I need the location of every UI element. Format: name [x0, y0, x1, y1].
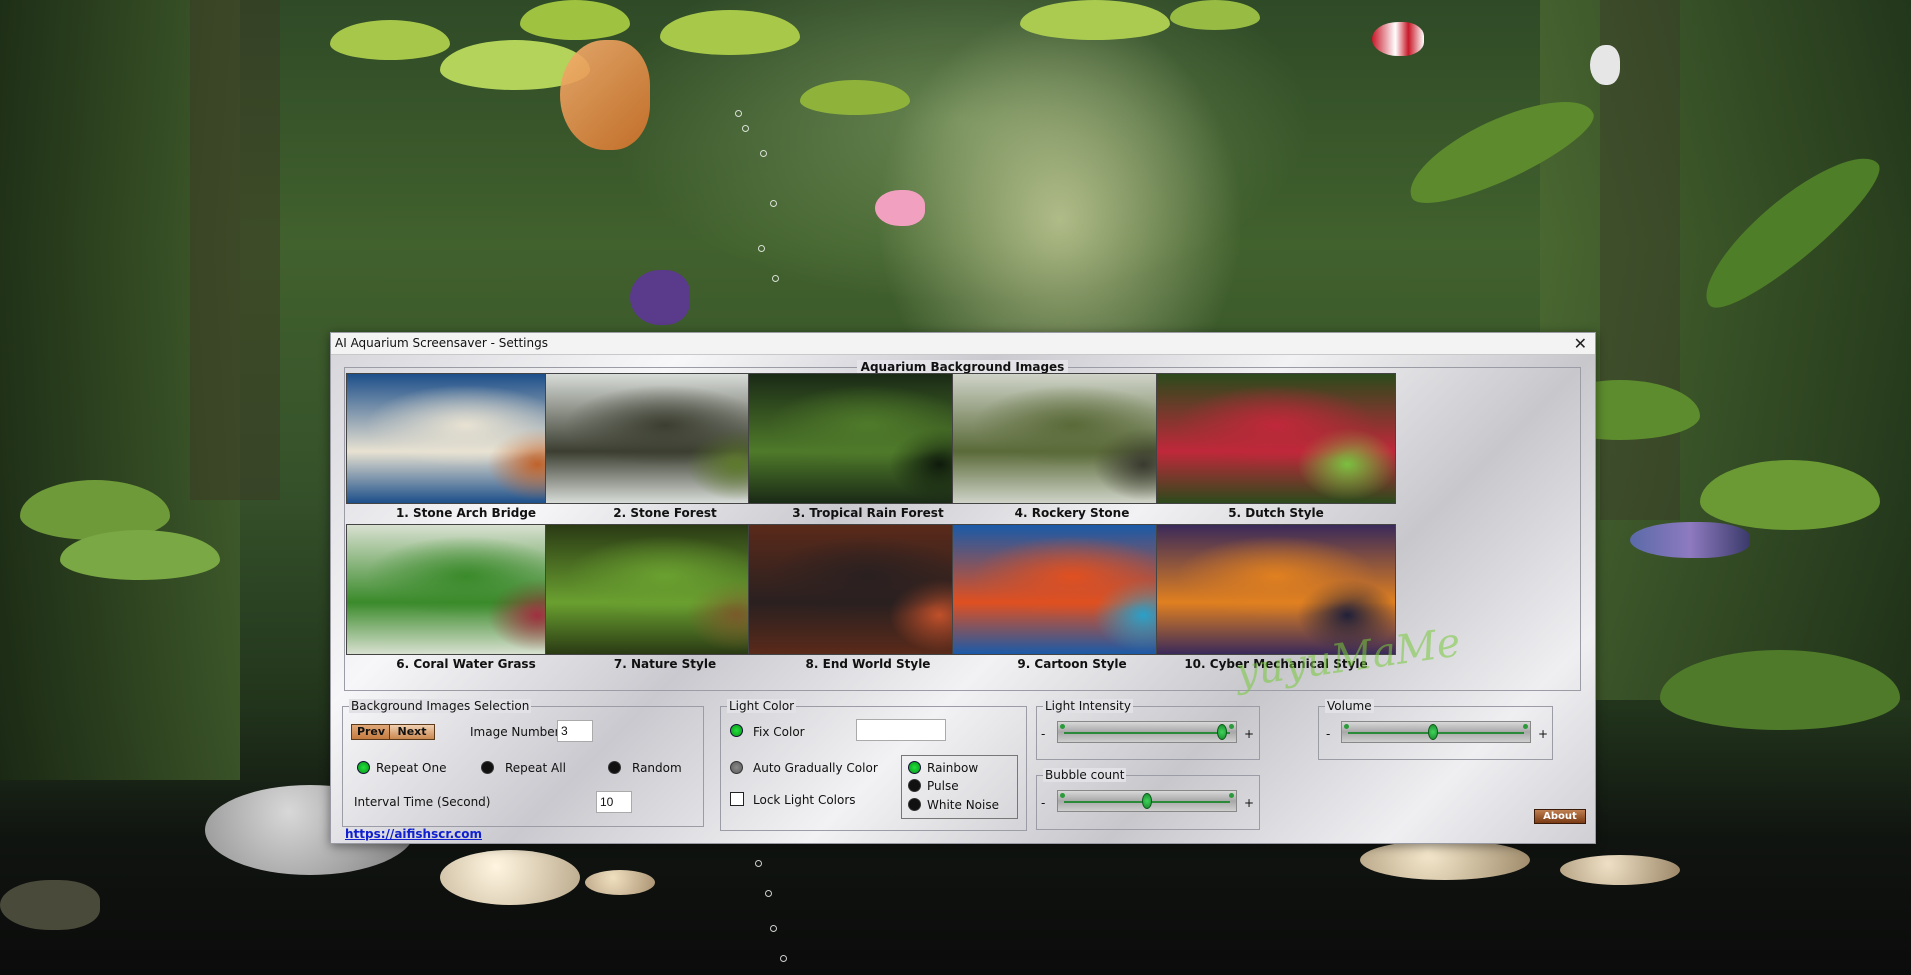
background-thumbnail-label: 5. Dutch Style: [1228, 506, 1324, 520]
repeat-one-radio[interactable]: [357, 761, 370, 774]
prev-button[interactable]: Prev: [351, 724, 391, 740]
volume-group: Volume - +: [1318, 699, 1553, 760]
rainbow-label: Rainbow: [927, 761, 979, 775]
bubble-count-plus[interactable]: +: [1244, 796, 1254, 810]
settings-body: Aquarium Background Images 1. Stone Arch…: [331, 355, 1595, 843]
image-number-input[interactable]: [557, 720, 593, 742]
volume-minus[interactable]: -: [1326, 727, 1330, 741]
about-button[interactable]: About: [1534, 809, 1586, 824]
volume-knob[interactable]: [1427, 724, 1438, 740]
repeat-all-label: Repeat All: [505, 761, 566, 775]
interval-label: Interval Time (Second): [354, 795, 491, 809]
pulse-radio[interactable]: [908, 779, 921, 792]
repeat-all-radio[interactable]: [481, 761, 494, 774]
light-color-group: Light Color Fix Color Auto Gradually Col…: [720, 699, 1027, 831]
fix-color-label: Fix Color: [753, 725, 805, 739]
bubble-count-group: Bubble count - +: [1036, 768, 1260, 830]
bubble-count-knob[interactable]: [1142, 793, 1152, 809]
website-link[interactable]: https://aifishscr.com: [345, 827, 482, 841]
background-thumbnail-image: [1156, 373, 1396, 504]
light-intensity-minus[interactable]: -: [1041, 727, 1045, 741]
pulse-label: Pulse: [927, 779, 959, 793]
close-icon[interactable]: ✕: [1574, 334, 1587, 353]
interval-input[interactable]: [596, 791, 632, 813]
gallery-title: Aquarium Background Images: [856, 360, 1069, 374]
fix-color-radio[interactable]: [730, 724, 743, 737]
title-bar: AI Aquarium Screensaver - Settings ✕: [331, 333, 1595, 355]
white-noise-label: White Noise: [927, 798, 999, 812]
light-intensity-slider[interactable]: [1057, 721, 1237, 743]
light-intensity-knob[interactable]: [1217, 724, 1228, 740]
bubble-count-title: Bubble count: [1043, 768, 1127, 782]
repeat-one-label: Repeat One: [376, 761, 447, 775]
window-title: AI Aquarium Screensaver - Settings: [335, 336, 548, 350]
image-number-label: Image Number: [470, 725, 560, 739]
bubble-count-slider[interactable]: [1057, 790, 1237, 812]
auto-gradually-color-label: Auto Gradually Color: [753, 761, 878, 775]
random-radio[interactable]: [608, 761, 621, 774]
settings-window: AI Aquarium Screensaver - Settings ✕ Aqu…: [330, 332, 1596, 844]
volume-slider[interactable]: [1341, 721, 1531, 743]
lock-light-colors-checkbox[interactable]: [730, 792, 744, 806]
light-color-title: Light Color: [727, 699, 797, 713]
bubble-count-minus[interactable]: -: [1041, 796, 1045, 810]
selection-group-title: Background Images Selection: [349, 699, 532, 713]
light-intensity-title: Light Intensity: [1043, 699, 1133, 713]
volume-plus[interactable]: +: [1538, 727, 1548, 741]
auto-gradually-color-radio[interactable]: [730, 761, 743, 774]
fix-color-input[interactable]: [856, 719, 946, 741]
background-selection-group: Background Images Selection Prev Next Im…: [342, 699, 704, 827]
rainbow-radio[interactable]: [908, 761, 921, 774]
background-thumbnail-5[interactable]: 5. Dutch Style: [1156, 373, 1396, 520]
color-mode-group: Rainbow Pulse White Noise: [901, 755, 1018, 819]
lock-light-colors-label: Lock Light Colors: [753, 793, 856, 807]
volume-title: Volume: [1325, 699, 1374, 713]
light-intensity-group: Light Intensity - +: [1036, 699, 1260, 760]
next-button[interactable]: Next: [389, 724, 435, 740]
light-intensity-plus[interactable]: +: [1244, 727, 1254, 741]
white-noise-radio[interactable]: [908, 798, 921, 811]
random-label: Random: [632, 761, 682, 775]
